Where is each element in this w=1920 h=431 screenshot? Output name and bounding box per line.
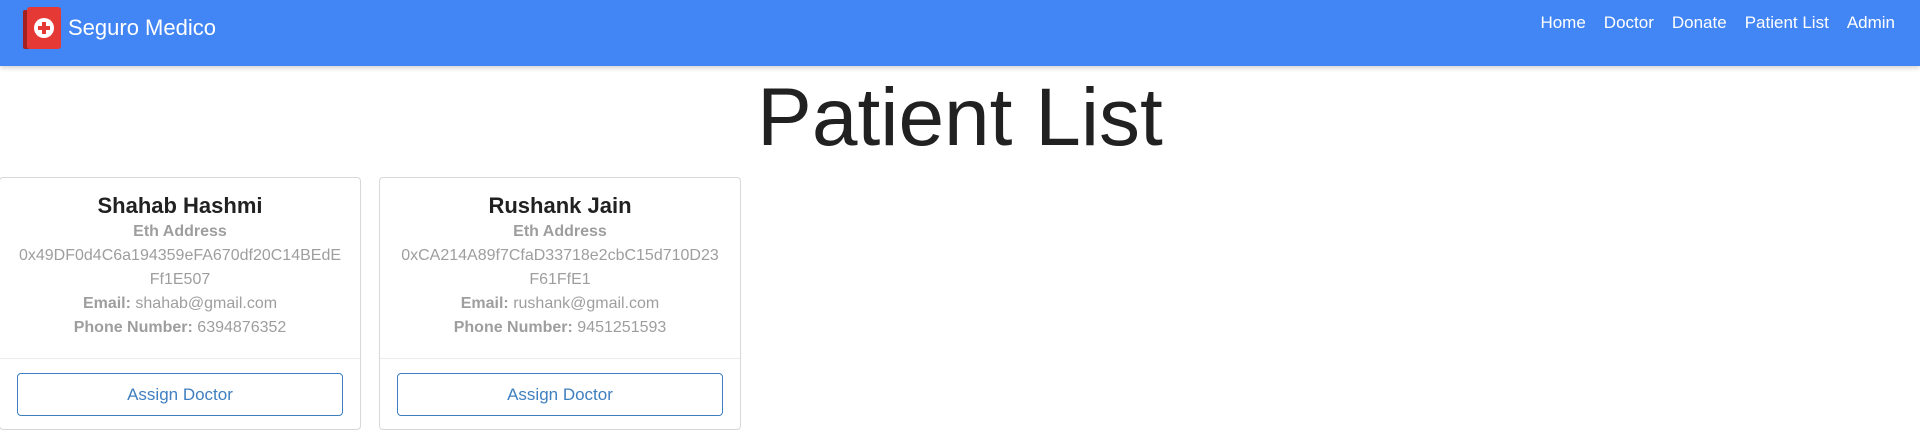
email-label: Email:	[460, 295, 509, 312]
phone-value: 9451251593	[577, 319, 667, 336]
email-row: Email: rushank@gmail.com	[380, 292, 740, 316]
email-row: Email: shahab@gmail.com	[0, 292, 360, 316]
patient-name: Shahab Hashmi	[97, 193, 263, 218]
phone-value: 6394876352	[197, 319, 287, 336]
nav-link-donate[interactable]: Donate	[1672, 13, 1727, 33]
nav-link-doctor[interactable]: Doctor	[1604, 13, 1654, 33]
phone-row: Phone Number: 9451251593	[380, 316, 740, 340]
patient-card-body: Shahab Hashmi Eth Address 0x49DF0d4C6a19…	[0, 178, 360, 358]
brand[interactable]: Seguro Medico	[23, 7, 216, 49]
assign-doctor-button[interactable]: Assign Doctor	[397, 373, 723, 416]
email-value: rushank@gmail.com	[513, 295, 660, 312]
nav-link-admin[interactable]: Admin	[1847, 13, 1895, 33]
patient-card: Shahab Hashmi Eth Address 0x49DF0d4C6a19…	[0, 177, 361, 430]
patient-name: Rushank Jain	[488, 193, 632, 218]
phone-label: Phone Number:	[453, 319, 573, 336]
brand-name: Seguro Medico	[68, 15, 216, 40]
phone-label: Phone Number:	[73, 319, 193, 336]
navbar: Seguro Medico Home Doctor Donate Patient…	[0, 0, 1920, 66]
email-label: Email:	[82, 295, 131, 312]
patient-card-body: Rushank Jain Eth Address 0xCA214A89f7Cfa…	[380, 178, 740, 358]
nav-links: Home Doctor Donate Patient List Admin	[1540, 0, 1895, 46]
nav-link-home[interactable]: Home	[1540, 13, 1585, 33]
patient-card: Rushank Jain Eth Address 0xCA214A89f7Cfa…	[379, 177, 741, 430]
patient-card-footer: Assign Doctor	[380, 358, 740, 431]
eth-address-value: 0xCA214A89f7CfaD33718e2cbC15d710D23F61Ff…	[401, 247, 719, 288]
eth-address-label: Eth Address	[513, 223, 607, 240]
patient-card-footer: Assign Doctor	[0, 358, 360, 431]
assign-doctor-button[interactable]: Assign Doctor	[17, 373, 343, 416]
page-title: Patient List	[757, 72, 1163, 163]
nav-link-patient-list[interactable]: Patient List	[1745, 13, 1829, 33]
eth-address-value: 0x49DF0d4C6a194359eFA670df20C14BEdEFf1E5…	[18, 247, 342, 288]
medical-book-icon	[23, 7, 61, 49]
email-value: shahab@gmail.com	[135, 295, 278, 312]
eth-address-label: Eth Address	[133, 223, 227, 240]
phone-row: Phone Number: 6394876352	[0, 316, 360, 340]
